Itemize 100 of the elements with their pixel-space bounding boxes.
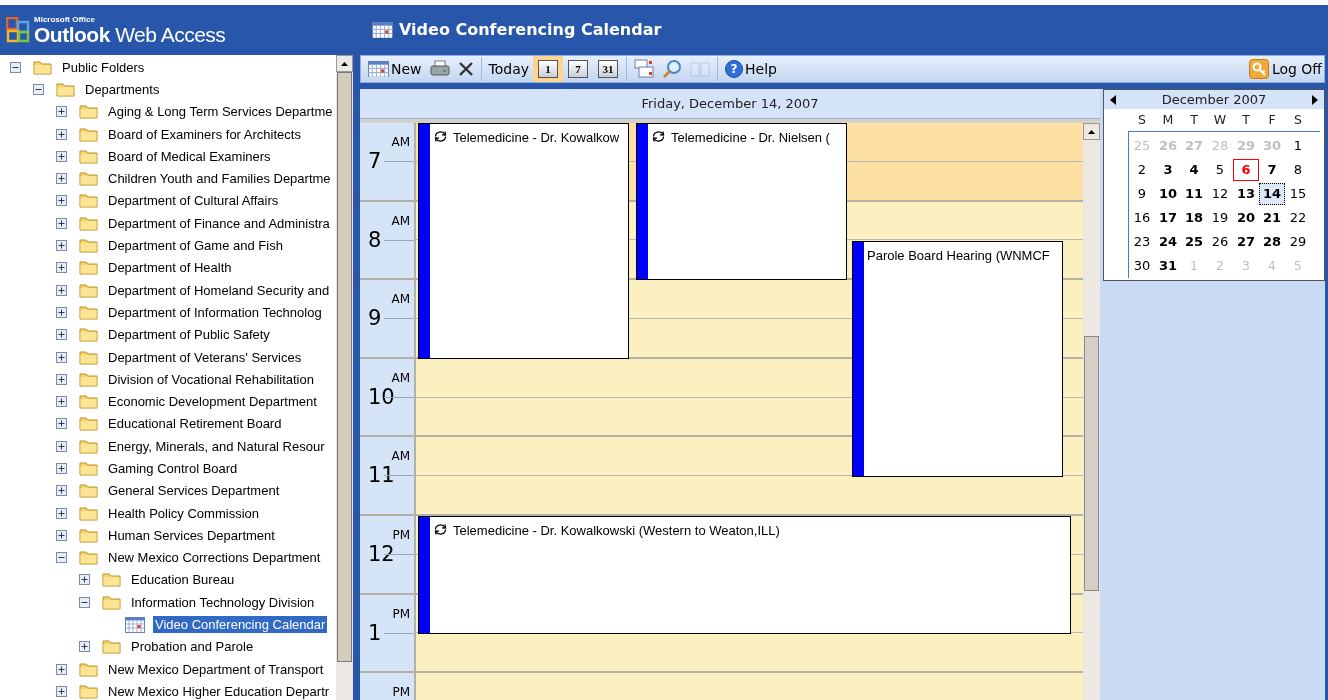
folder-item[interactable]: Department of Finance and Administra [106,214,332,232]
calendar-day[interactable]: 26 [1207,231,1233,253]
expand-icon[interactable] [56,373,67,385]
expand-icon[interactable] [56,240,67,251]
folder-item[interactable]: Department of Veterans' Services [106,348,304,366]
calendar-day[interactable]: 5 [1207,159,1233,181]
help-button[interactable]: ? Help [721,56,781,82]
previous-icon[interactable] [1110,94,1116,105]
folder-item[interactable]: Health Policy Commission [106,504,261,522]
appointment[interactable]: Telemedicine - Dr. Kowalkowski (Western to Weaton,ILL) [418,516,1071,634]
log-off-button[interactable]: Log Off [1248,56,1324,82]
folder-item[interactable]: Department of Information Technolog [106,303,324,321]
expand-icon[interactable] [79,574,90,586]
calendar-day[interactable]: 2 [1129,159,1155,181]
folder-item[interactable]: Probation and Parole [129,638,256,656]
folder-item[interactable]: Children Youth and Families Departme [106,170,333,188]
calendar-day[interactable]: 4 [1181,159,1207,181]
new-button[interactable]: New [364,56,426,82]
calendar-day[interactable]: 21 [1259,207,1285,229]
calendar-day[interactable]: 7 [1259,159,1285,181]
folder-item[interactable]: New Mexico Corrections Department [106,549,323,567]
calendar-day[interactable]: 24 [1155,231,1181,253]
folder-item[interactable]: Video Conferencing Calendar [153,616,328,634]
expand-icon[interactable] [79,641,90,653]
expand-icon[interactable] [56,685,67,697]
folder-item[interactable]: Educational Retirement Board [106,415,284,433]
calendar-day[interactable]: 16 [1129,207,1155,229]
next-icon[interactable] [1312,94,1318,105]
folder-item[interactable]: Board of Examiners for Architects [106,125,303,143]
calendar-day[interactable]: 11 [1181,183,1207,205]
expand-icon[interactable] [56,128,67,140]
folder-item[interactable]: Department of Homeland Security and [106,281,332,299]
scrollbar[interactable] [1083,123,1100,700]
folder-item[interactable]: Department of Game and Fish [106,237,285,254]
calendar-day[interactable]: 12 [1207,183,1233,205]
expand-icon[interactable] [56,106,67,118]
calendar-day[interactable]: 18 [1181,207,1207,229]
scrollbar[interactable] [336,55,353,700]
calendar-day[interactable]: 17 [1155,207,1181,229]
calendar-day[interactable]: 15 [1285,183,1311,205]
calendar-day[interactable]: 3 [1155,159,1181,181]
folder-item[interactable]: Department of Health [106,259,234,277]
calendar-day[interactable]: 8 [1285,159,1311,181]
folder-item[interactable]: Energy, Minerals, and Natural Resour [106,437,327,455]
expand-icon[interactable] [56,351,67,363]
calendar-day[interactable]: 6 [1233,159,1259,181]
view-button[interactable]: 7 [563,56,594,82]
expand-icon[interactable] [56,284,67,296]
today-button[interactable]: Today [484,56,534,82]
expand-icon[interactable] [56,663,67,675]
folder-item[interactable]: Information Technology Division [129,593,317,611]
calendar-day[interactable]: 14 [1259,183,1285,205]
calendar-day[interactable]: 29 [1285,231,1311,253]
calendar-day[interactable]: 27 [1233,231,1259,253]
calendar-day[interactable]: 20 [1233,207,1259,229]
collapse-icon[interactable] [79,596,90,608]
folder-item[interactable]: Human Services Department [106,526,277,544]
calendar-day[interactable]: 25 [1181,231,1207,253]
expand-icon[interactable] [56,150,67,162]
expand-icon[interactable] [56,262,67,274]
expand-icon[interactable] [56,463,67,474]
calendar-day[interactable]: 10 [1155,183,1181,205]
expand-icon[interactable] [56,485,67,497]
expand-icon[interactable] [56,173,67,185]
calendar-day[interactable]: 9 [1129,183,1155,205]
folder-item[interactable]: Education Bureau [129,571,237,589]
folder-item[interactable]: Aging & Long Term Services Departme [106,103,335,121]
collapse-icon[interactable] [10,61,21,73]
folder-item[interactable]: Department of Public Safety [106,326,272,344]
expand-icon[interactable] [56,507,67,519]
expand-icon[interactable] [56,195,67,207]
expand-icon[interactable] [56,418,67,430]
calendar-day[interactable]: 13 [1233,183,1259,205]
calendar-day[interactable]: 19 [1207,207,1233,229]
collapse-icon[interactable] [56,552,67,564]
calendar-day[interactable]: 30 [1129,255,1155,277]
expand-icon[interactable] [56,306,67,318]
appointment[interactable]: Parole Board Hearing (WNMCF [852,240,1063,477]
view-button[interactable]: 31 [593,56,624,82]
folder-item[interactable]: Division of Vocational Rehabilitation [106,370,316,388]
folder-item[interactable]: Gaming Control Board [106,460,240,477]
appointment[interactable]: Telemedicine - Dr. Kowalkow [418,123,629,359]
calendar-day[interactable]: 31 [1155,255,1181,277]
expand-icon[interactable] [56,329,67,341]
folder-item[interactable]: Public Folders [60,58,147,76]
calendar-day[interactable]: 1 [1285,135,1311,157]
expand-icon[interactable] [56,440,67,452]
folder-item[interactable]: New Mexico Higher Education Departr [106,682,332,700]
folder-item[interactable]: Economic Development Department [106,393,319,411]
folder-item[interactable]: Board of Medical Examiners [106,147,273,165]
appointment[interactable]: Telemedicine - Dr. Nielsen ( [636,123,847,281]
view-button[interactable]: 1 [533,56,564,82]
expand-icon[interactable] [56,217,67,229]
calendar-day[interactable]: 28 [1259,231,1285,253]
expand-icon[interactable] [56,529,67,541]
calendar-day[interactable]: 22 [1285,207,1311,229]
folder-item[interactable]: Departments [83,80,162,98]
folder-item[interactable]: Department of Cultural Affairs [106,192,281,210]
expand-icon[interactable] [56,396,67,408]
folder-item[interactable]: New Mexico Department of Transport [106,660,326,678]
